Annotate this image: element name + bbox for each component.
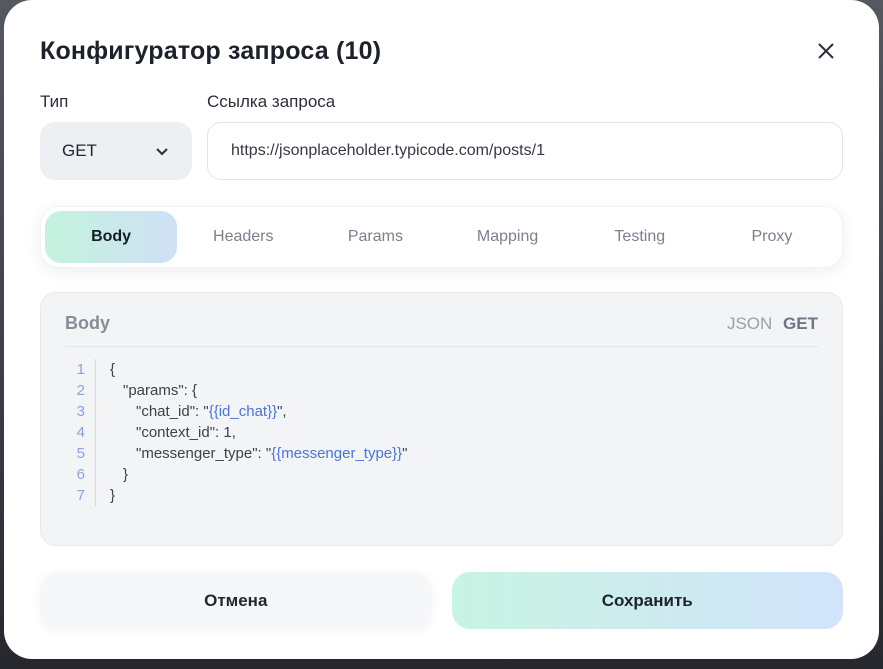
code-line-text[interactable]: "params": { [95,380,818,401]
method-select[interactable]: GET [40,122,192,180]
code-line: 3"chat_id": "{{id_chat}}", [65,401,818,422]
modal-header: Конфигуратор запроса (10) [40,34,843,68]
modal-title: Конфигуратор запроса (10) [40,37,381,66]
cancel-button[interactable]: Отмена [40,572,432,629]
field-labels-row: Тип Ссылка запроса [40,92,843,112]
editor-panel-header: Body JSON GET [65,309,818,347]
code-line: 4"context_id": 1, [65,422,818,443]
code-line-text[interactable]: } [95,464,818,485]
tab-body[interactable]: Body [45,211,177,263]
code-line: 6} [65,464,818,485]
method-select-value: GET [62,141,97,161]
request-url-input[interactable] [207,122,843,180]
editor-panel-title: Body [65,313,110,334]
modal-footer: Отмена Сохранить [40,572,843,629]
line-number: 3 [65,401,95,422]
code-line: 5"messenger_type": "{{messenger_type}}" [65,443,818,464]
code-line: 2"params": { [65,380,818,401]
line-number: 5 [65,443,95,464]
code-editor[interactable]: 1{2"params": {3"chat_id": "{{id_chat}}",… [65,359,818,506]
tab-proxy[interactable]: Proxy [706,211,838,263]
code-line-text[interactable]: { [95,359,818,380]
code-line: 7} [65,485,818,506]
code-line-text[interactable]: "context_id": 1, [95,422,818,443]
editor-panel-meta: JSON GET [727,314,818,334]
tab-headers[interactable]: Headers [177,211,309,263]
line-number: 1 [65,359,95,380]
line-number: 4 [65,422,95,443]
line-number: 2 [65,380,95,401]
line-number: 6 [65,464,95,485]
code-line-text[interactable]: "messenger_type": "{{messenger_type}}" [95,443,818,464]
type-label: Тип [40,92,207,112]
tabs-bar: BodyHeadersParamsMappingTestingProxy [40,206,843,268]
body-editor-panel: Body JSON GET 1{2"params": {3"chat_id": … [40,292,843,546]
form-controls-row: GET [40,122,843,180]
tab-params[interactable]: Params [309,211,441,263]
tab-mapping[interactable]: Mapping [442,211,574,263]
request-configurator-modal: Конфигуратор запроса (10) Тип Ссылка зап… [4,0,879,659]
format-label: JSON [727,314,772,333]
close-icon [816,41,836,61]
close-button[interactable] [809,34,843,68]
code-line-text[interactable]: "chat_id": "{{id_chat}}", [95,401,818,422]
tab-testing[interactable]: Testing [574,211,706,263]
chevron-down-icon [154,143,170,159]
line-number: 7 [65,485,95,506]
save-button[interactable]: Сохранить [452,572,844,629]
method-badge: GET [783,314,818,333]
code-line: 1{ [65,359,818,380]
url-label: Ссылка запроса [207,92,335,112]
code-line-text[interactable]: } [95,485,818,506]
